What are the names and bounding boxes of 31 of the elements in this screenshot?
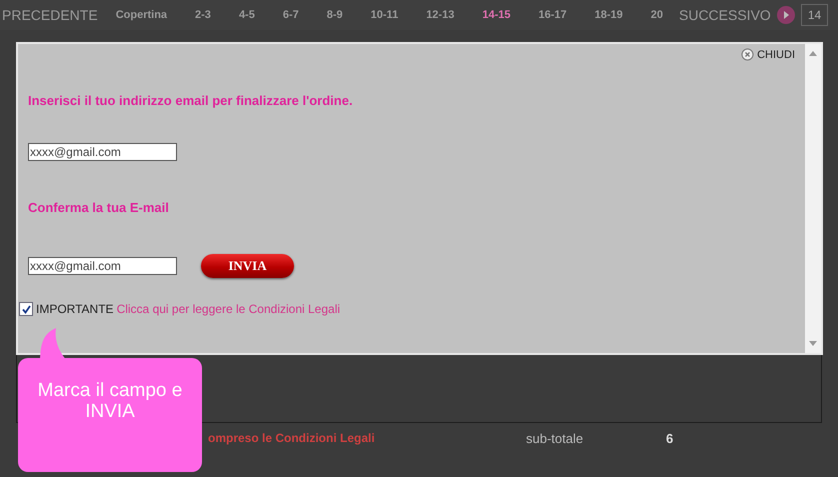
previous-link[interactable]: PRECEDENTE [2,7,98,23]
subtotal-value: 6 [666,430,674,446]
close-icon [741,48,754,61]
scroll-down-icon[interactable] [809,341,817,347]
confirm-email-field[interactable]: xxxx@gmail.com [28,257,177,275]
subtotal-label: sub-totale [526,430,584,446]
page-link[interactable]: 16-17 [538,9,567,21]
important-checkbox[interactable] [19,302,33,316]
close-button[interactable]: CHIUDI [741,48,795,61]
email-prompt: Inserisci il tuo indirizzo email per finalizzare l'ordine. [28,93,354,108]
important-label: IMPORTANTE [36,302,114,316]
scrollbar[interactable] [805,44,821,353]
confirm-label: Conferma la tua E-mail [28,200,170,215]
page-link[interactable]: 14-15 [482,9,510,21]
page-link[interactable]: 20 [650,9,663,21]
page-link[interactable]: 18-19 [594,9,623,21]
legal-conditions-link[interactable]: Clicca qui per leggere le Condizioni Legali [116,302,340,316]
page-link[interactable]: 10-11 [370,9,398,21]
legal-text: ompreso le Condizioni Legali [208,431,376,445]
scroll-up-icon[interactable] [809,50,817,56]
page-link[interactable]: 4-5 [238,9,255,21]
next-link[interactable]: SUCCESSIVO [679,7,771,23]
page-link[interactable]: 12-13 [426,9,454,21]
callout-bubble: Marca il campo e INVIA [18,358,202,472]
page-link[interactable]: Copertina [116,9,168,21]
send-button[interactable]: INVIA [201,254,294,278]
email-field[interactable]: xxxx@gmail.com [28,143,177,161]
page-link[interactable]: 6-7 [282,9,299,21]
page-number-field[interactable]: 14 [800,4,828,26]
page-link[interactable]: 8-9 [326,9,343,21]
page-link[interactable]: 2-3 [195,9,211,21]
